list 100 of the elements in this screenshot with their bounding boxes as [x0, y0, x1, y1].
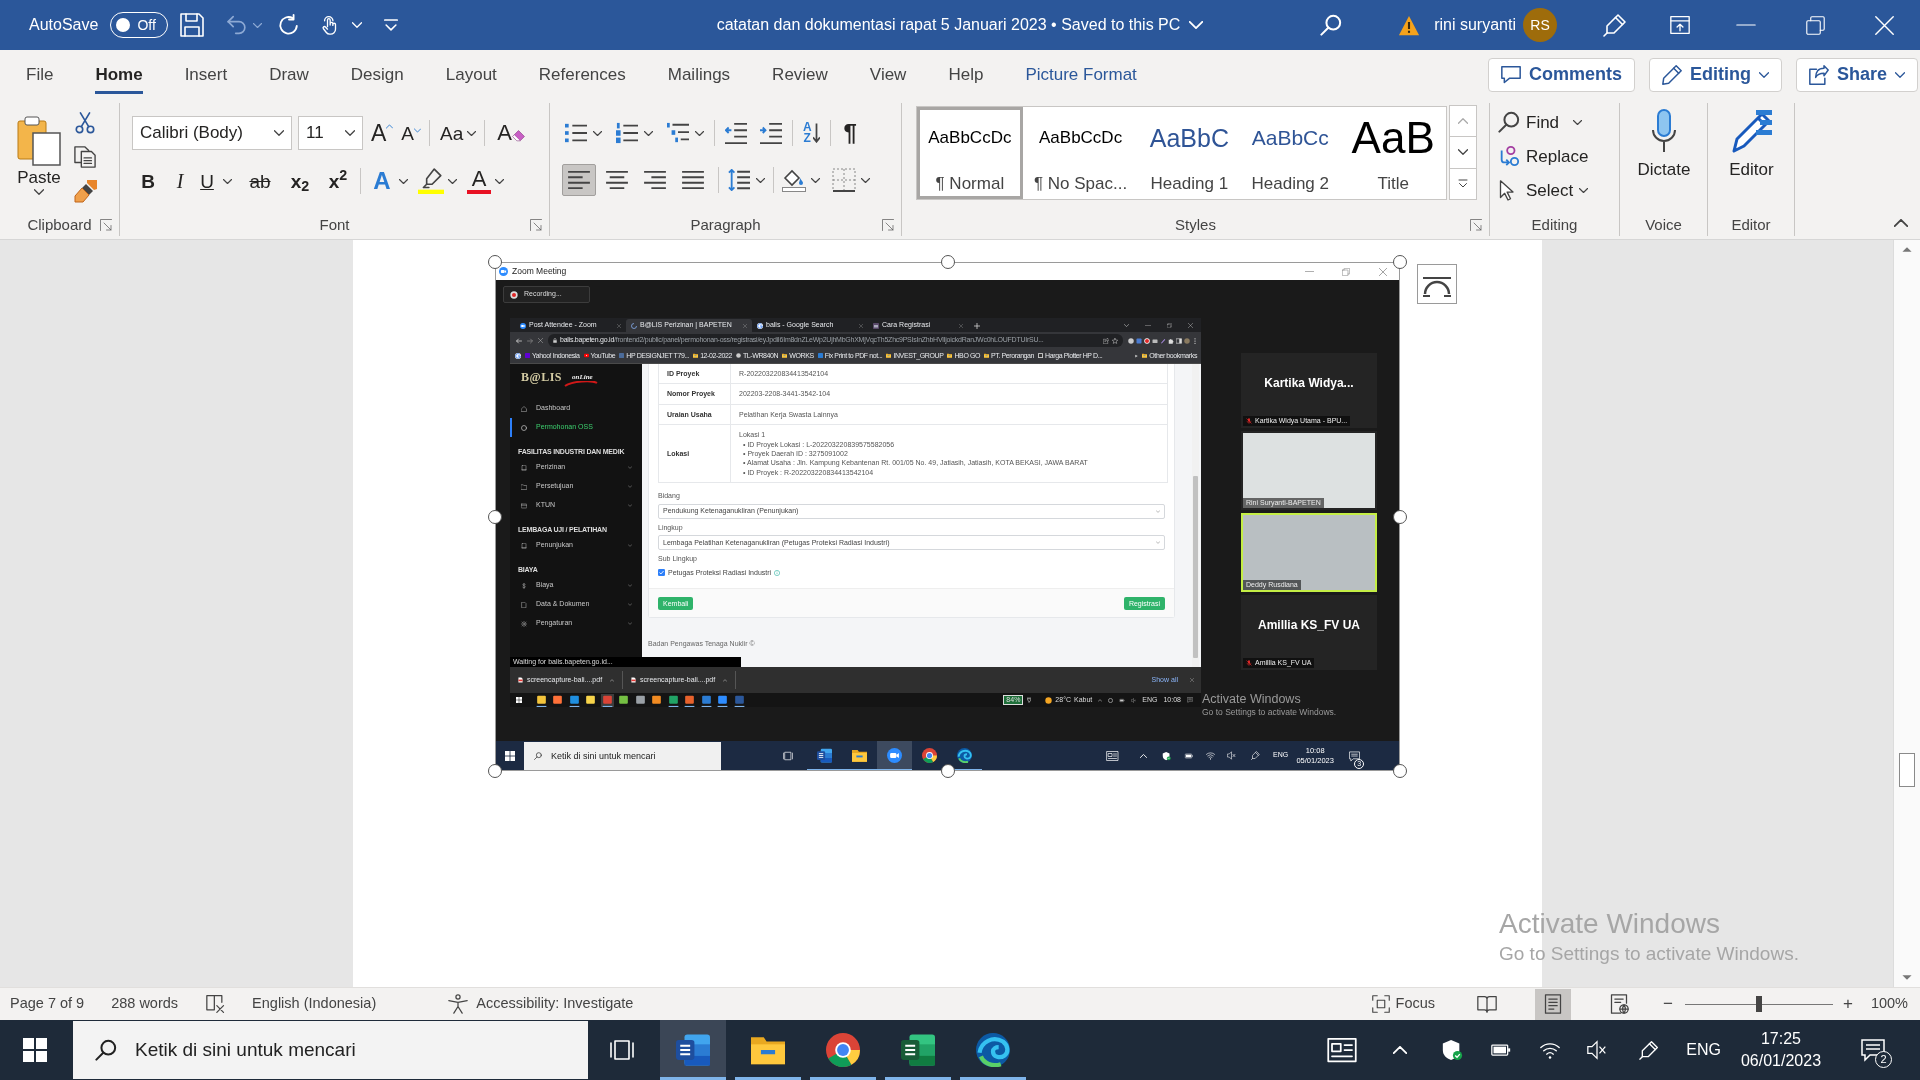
- chevron-down-icon[interactable]: [1124, 323, 1129, 327]
- search-icon[interactable]: [1320, 14, 1343, 36]
- select-button[interactable]: Select: [1498, 173, 1589, 207]
- text-effects-button[interactable]: A: [369, 169, 395, 193]
- clear-formatting-button[interactable]: A: [497, 122, 525, 144]
- shield-icon[interactable]: [1162, 750, 1171, 761]
- shield-icon[interactable]: [1441, 1039, 1464, 1061]
- scrollbar-thumb[interactable]: [1899, 753, 1915, 787]
- resize-handle[interactable]: [1393, 255, 1407, 269]
- caret-icon[interactable]: [861, 177, 870, 183]
- bold-button[interactable]: B: [134, 171, 162, 191]
- battery-icon[interactable]: [1184, 751, 1194, 760]
- task-view-icon[interactable]: [610, 1038, 634, 1062]
- app-tile-icon[interactable]: [567, 693, 581, 707]
- collapse-ribbon-icon[interactable]: [1894, 218, 1908, 227]
- subscript-button[interactable]: x$_{2}$: [286, 171, 314, 191]
- resize-handle[interactable]: [488, 764, 502, 778]
- dialog-launcher-icon[interactable]: [882, 219, 894, 231]
- page-count[interactable]: Page 7 of 9: [10, 995, 85, 1013]
- new-tab-icon[interactable]: [974, 323, 980, 329]
- app-tile-icon[interactable]: [633, 693, 647, 707]
- caret-icon[interactable]: [593, 130, 602, 136]
- numbered-list-icon[interactable]: [615, 122, 639, 144]
- ribbon-tab[interactable]: Home: [74, 50, 164, 100]
- superscript-button[interactable]: x$^{2}$: [324, 171, 352, 191]
- app-tile-icon[interactable]: [551, 693, 564, 707]
- ribbon-tab[interactable]: Layout: [424, 50, 518, 100]
- ribbon-tab[interactable]: Help: [927, 50, 1005, 100]
- search-field[interactable]: Ketik di sini untuk mencari: [73, 1021, 588, 1079]
- app-tile-icon[interactable]: [683, 693, 696, 707]
- scroll-down-icon[interactable]: [1902, 974, 1912, 981]
- extension-icon[interactable]: [1168, 337, 1174, 344]
- muted-speaker-icon[interactable]: [1587, 1040, 1608, 1060]
- borders-icon[interactable]: [832, 168, 856, 192]
- clock[interactable]: 17:25: [1760, 1028, 1801, 1050]
- muted-speaker-icon[interactable]: [1227, 751, 1236, 760]
- share-icon[interactable]: [1103, 337, 1109, 344]
- app-tile-icon[interactable]: [666, 693, 680, 707]
- ribbon-tab[interactable]: Design: [329, 50, 425, 100]
- ribbon-tab[interactable]: File: [5, 50, 75, 100]
- ribbon-tab[interactable]: References: [517, 50, 647, 100]
- zoom-out-button[interactable]: −: [1663, 993, 1673, 1015]
- header-button[interactable]: Comments: [1487, 58, 1635, 92]
- sort-button[interactable]: AZ: [803, 122, 821, 144]
- more-styles-button[interactable]: [1449, 167, 1477, 200]
- language-status[interactable]: English (Indonesia): [252, 995, 377, 1013]
- caret-icon[interactable]: [695, 130, 704, 136]
- style-option[interactable]: AaBbCcDc ¶ Normal: [917, 107, 1023, 199]
- caret-icon[interactable]: [448, 178, 457, 184]
- stop-icon[interactable]: [538, 338, 543, 343]
- dialog-launcher-icon[interactable]: [1470, 219, 1482, 231]
- user-avatar[interactable]: RS: [1523, 8, 1557, 42]
- document-title[interactable]: catatan dan dokumentasi rapat 5 Januari 2023 • Saved to this PC: [716, 15, 1204, 35]
- language-indicator[interactable]: ENG: [1686, 1040, 1721, 1060]
- ribbon-display-icon[interactable]: [1669, 15, 1691, 35]
- app-tile-icon[interactable]: [732, 693, 746, 707]
- shading-icon[interactable]: [782, 168, 806, 192]
- resize-handle[interactable]: [488, 509, 502, 524]
- scissors-icon[interactable]: [74, 111, 96, 135]
- strikethrough-button[interactable]: ab: [246, 171, 274, 191]
- app-tile-icon[interactable]: [534, 693, 548, 707]
- multilevel-list-icon[interactable]: [666, 122, 690, 144]
- ribbon-tab[interactable]: Review: [751, 50, 849, 100]
- caret-icon[interactable]: [223, 178, 232, 184]
- font-color-button[interactable]: A: [467, 168, 491, 194]
- caret-icon[interactable]: [756, 177, 765, 183]
- slider-thumb[interactable]: [1755, 996, 1762, 1012]
- zoom-level[interactable]: 100%: [1870, 995, 1908, 1013]
- pen-icon[interactable]: [1639, 1040, 1660, 1060]
- ribbon-tab[interactable]: Insert: [163, 50, 249, 100]
- increase-indent-icon[interactable]: [760, 122, 782, 144]
- resize-handle[interactable]: [940, 255, 955, 269]
- ribbon-tab[interactable]: Picture Format: [1004, 50, 1158, 100]
- line-spacing-icon[interactable]: [727, 169, 751, 191]
- sidebar-icon[interactable]: [1176, 337, 1182, 344]
- font-size-field[interactable]: 11: [298, 116, 363, 150]
- ribbon-tab[interactable]: Draw: [248, 50, 330, 100]
- font-name-field[interactable]: Calibri (Body): [132, 116, 292, 150]
- dictate-button[interactable]: Dictate: [1620, 103, 1708, 178]
- header-button[interactable]: Share: [1795, 58, 1918, 92]
- task-view-icon[interactable]: [783, 750, 793, 761]
- redo-icon[interactable]: [278, 14, 301, 36]
- windows-logo-icon[interactable]: [505, 750, 515, 761]
- decrease-indent-icon[interactable]: [725, 122, 747, 144]
- word-count[interactable]: 288 words: [111, 995, 179, 1013]
- underline-button[interactable]: U: [197, 171, 217, 191]
- show-marks-button[interactable]: ¶: [843, 121, 857, 145]
- caret-icon[interactable]: [495, 178, 504, 184]
- resize-handle[interactable]: [488, 255, 502, 269]
- copy-icon[interactable]: [74, 145, 96, 169]
- view-button[interactable]: [1535, 988, 1572, 1020]
- focus-button[interactable]: Focus: [1371, 995, 1436, 1013]
- app-tile-icon[interactable]: [584, 693, 597, 707]
- ring-icon[interactable]: [1108, 697, 1114, 703]
- app-tile-icon[interactable]: [617, 693, 630, 707]
- date[interactable]: 06/01/2023: [1740, 1050, 1822, 1072]
- format-painter-icon[interactable]: [74, 179, 98, 203]
- caret-icon[interactable]: [811, 177, 820, 183]
- scroll-up-icon[interactable]: [1902, 246, 1912, 253]
- dialog-launcher-icon[interactable]: [530, 219, 542, 231]
